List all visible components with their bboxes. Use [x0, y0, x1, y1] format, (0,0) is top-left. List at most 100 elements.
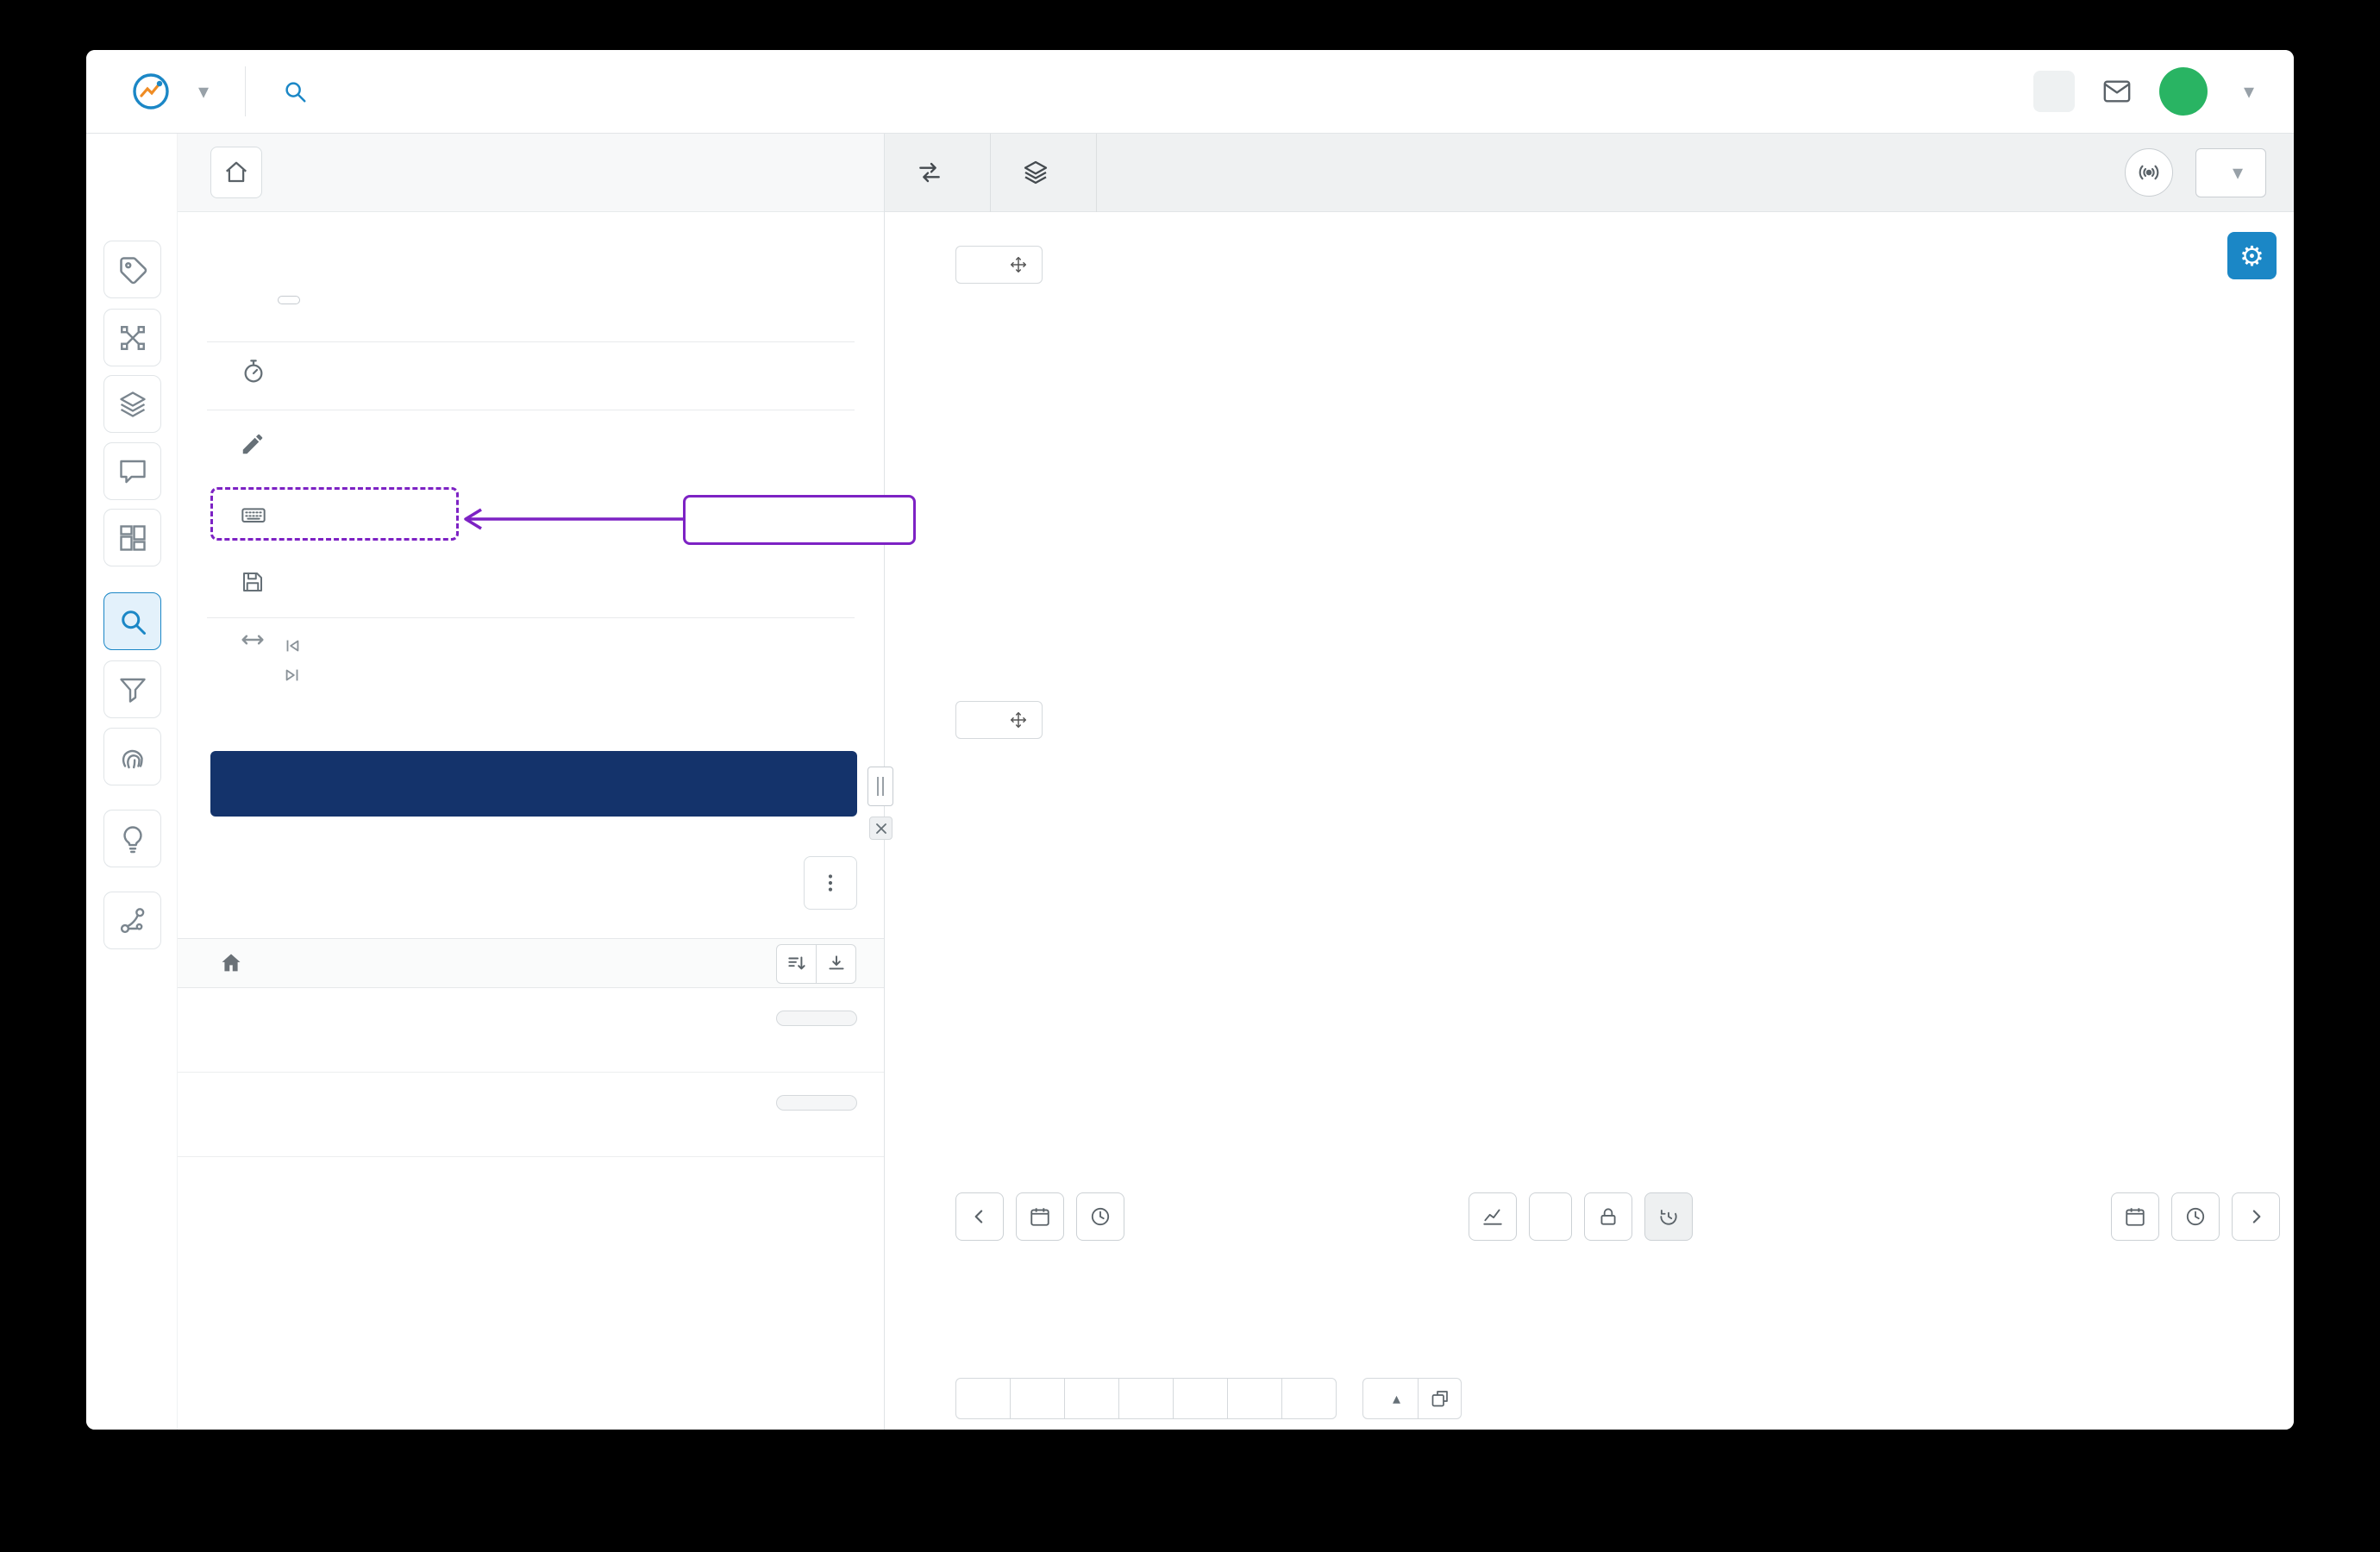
compare-layers-button[interactable] — [991, 133, 1097, 212]
save-search-row[interactable] — [178, 564, 884, 602]
global-search[interactable] — [246, 78, 325, 104]
range-3m[interactable] — [1118, 1378, 1174, 1419]
close-icon — [875, 823, 886, 834]
series-color-dot — [970, 258, 985, 272]
chevron-down-icon: ▾ — [2243, 79, 2254, 103]
chart-workspace: ▾ ⚙ ▴ — [885, 133, 2294, 1430]
account-menu[interactable]: ▾ — [2233, 79, 2254, 104]
range-start-row — [283, 632, 312, 660]
rail-item-context[interactable] — [103, 892, 161, 949]
expand-icon — [1431, 1391, 1448, 1407]
time-nav-toolbar — [885, 1192, 2294, 1242]
top-actions: ▾ — [1995, 67, 2294, 116]
context-overview-strip[interactable] — [885, 1255, 2294, 1384]
expand-range-button[interactable] — [1419, 1378, 1462, 1419]
end-time-button[interactable] — [2171, 1192, 2220, 1241]
start-time-button[interactable] — [1076, 1192, 1124, 1241]
range-1m[interactable] — [1064, 1378, 1119, 1419]
series-chip-conc[interactable] — [955, 246, 1043, 284]
results-menu-button[interactable] — [804, 856, 857, 910]
comment-icon — [119, 460, 146, 483]
search-icon — [285, 82, 306, 103]
collapse-icon — [828, 955, 844, 970]
avatar[interactable] — [2158, 67, 2208, 116]
search-button[interactable] — [210, 751, 857, 817]
mail-icon — [2103, 80, 2131, 103]
data-points-icon — [120, 325, 145, 350]
home-icon — [226, 161, 247, 183]
nav-left-group — [955, 1192, 1124, 1241]
nav-home[interactable] — [1844, 78, 1888, 104]
panel-splitter-handle[interactable] — [867, 767, 893, 806]
time-range-buttons: ▴ — [955, 1378, 1462, 1419]
rail-item-recommendations[interactable] — [103, 810, 161, 867]
mail-button[interactable] — [2101, 77, 2133, 106]
actions-button[interactable]: ▾ — [2195, 147, 2266, 197]
series-chip-level[interactable] — [955, 701, 1043, 739]
workflow-icon — [120, 907, 144, 933]
custom-range-button[interactable]: ▴ — [1362, 1378, 1419, 1419]
condition-row[interactable] — [178, 287, 884, 325]
pan-left-button[interactable] — [955, 1192, 1004, 1241]
result-count-badge — [776, 1095, 857, 1111]
rail-item-comments[interactable] — [103, 442, 161, 500]
lightbulb-icon — [122, 825, 142, 853]
range-end-row — [283, 661, 312, 689]
rail-item-tags[interactable] — [103, 241, 161, 298]
home-button[interactable] — [210, 147, 262, 198]
condition-row[interactable] — [178, 247, 884, 285]
add-calculation-highlight — [210, 487, 459, 541]
trend-icon — [1483, 1209, 1502, 1225]
fingerprint-icon — [122, 749, 143, 768]
divider — [207, 341, 855, 342]
range-6m[interactable] — [1173, 1378, 1228, 1419]
lock-icon — [1600, 1208, 1616, 1225]
gear-icon: ⚙ — [2239, 239, 2264, 272]
trend-charts[interactable] — [885, 212, 2294, 1192]
clock-icon — [2186, 1207, 2205, 1226]
pan-right-button[interactable] — [2232, 1192, 2280, 1241]
rail-item-dashboard[interactable] — [103, 509, 161, 566]
app-logo[interactable]: ▾ — [86, 72, 209, 111]
stopwatch-icon — [240, 358, 267, 385]
move-icon[interactable] — [1009, 255, 1028, 274]
top-bar: ▾ ▾ — [86, 50, 2294, 134]
start-calendar-button[interactable] — [1016, 1192, 1064, 1241]
panel-collapse-button[interactable] — [869, 817, 892, 840]
divider — [207, 617, 855, 618]
hierarchy-home-icon[interactable] — [219, 951, 243, 979]
rail-item-filter[interactable] — [103, 660, 161, 718]
end-calendar-button[interactable] — [2111, 1192, 2159, 1241]
save-icon — [240, 569, 266, 595]
duration-label[interactable] — [1529, 1192, 1572, 1241]
rail-item-search[interactable] — [103, 592, 161, 650]
kebab-icon — [828, 874, 833, 892]
statistics-button[interactable] — [885, 133, 991, 212]
rail-item-data-points[interactable] — [103, 309, 161, 366]
series-color-dot — [424, 297, 442, 315]
reset-time-button[interactable] — [1644, 1192, 1693, 1241]
edit-conditions-row[interactable] — [178, 426, 884, 464]
nav-work-organizer[interactable] — [1897, 78, 1942, 104]
range-1w[interactable] — [1010, 1378, 1065, 1419]
help-button[interactable] — [2032, 71, 2075, 112]
result-row-2022[interactable] — [178, 988, 884, 1073]
trend-scale-button[interactable] — [1469, 1192, 1517, 1241]
range-all[interactable] — [1281, 1378, 1337, 1419]
result-row-2021[interactable] — [178, 1073, 884, 1157]
lock-duration-button[interactable] — [1584, 1192, 1632, 1241]
chevron-right-icon — [2252, 1210, 2261, 1223]
nav-monitoring[interactable] — [1951, 78, 1995, 104]
collapse-all-button[interactable] — [816, 944, 856, 984]
range-1y[interactable] — [1227, 1378, 1282, 1419]
time-range-icon — [238, 625, 267, 659]
sort-order-button[interactable] — [776, 944, 817, 984]
rail-item-layers[interactable] — [103, 375, 161, 433]
chart-settings-button[interactable]: ⚙ — [2227, 232, 2277, 279]
move-icon[interactable] — [1009, 710, 1028, 729]
chevron-down-icon[interactable]: ▾ — [198, 79, 209, 104]
rail-item-fingerprint[interactable] — [103, 728, 161, 785]
value-based-search-panel — [178, 134, 885, 1430]
range-1d[interactable] — [955, 1378, 1011, 1419]
live-mode-button[interactable] — [2124, 148, 2173, 197]
